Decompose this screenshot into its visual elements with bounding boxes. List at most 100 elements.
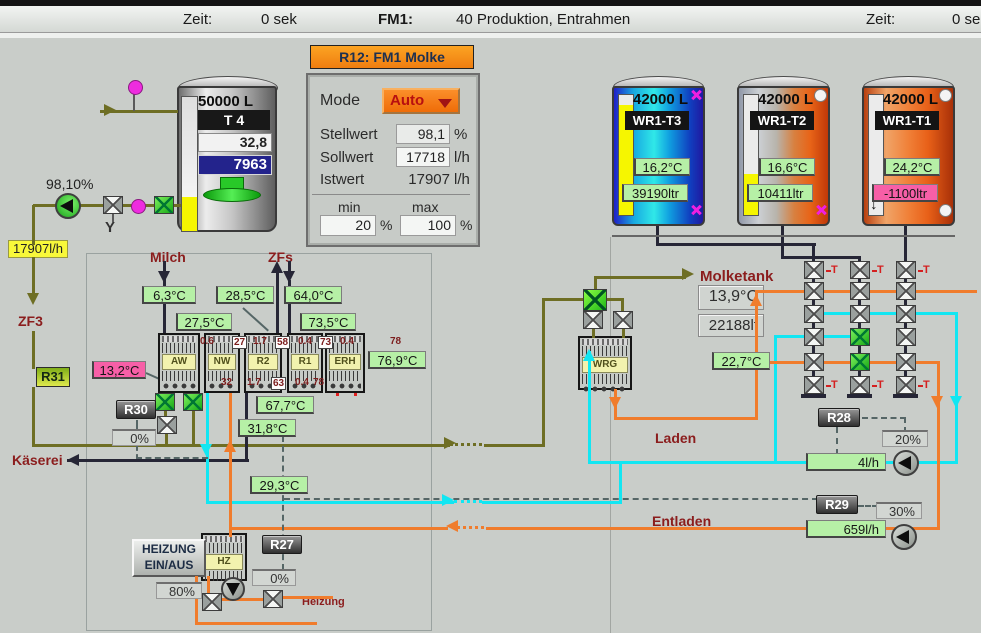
valve[interactable] <box>896 376 916 394</box>
storage-tank[interactable]: ↓42000 LWR1-T124,2°C-1100ltr <box>862 76 955 226</box>
pump-icon[interactable] <box>891 524 917 550</box>
tank-volume: 10411ltr <box>747 184 813 202</box>
valve[interactable] <box>850 305 870 323</box>
flow-arrow <box>446 520 458 532</box>
pipe <box>781 256 861 259</box>
wrg-exchanger[interactable]: WRG <box>578 336 632 390</box>
valve[interactable] <box>804 328 824 346</box>
valve[interactable] <box>804 261 824 279</box>
valve[interactable] <box>896 305 916 323</box>
tank-t4-volume: 7963 <box>198 155 272 175</box>
valve[interactable] <box>850 261 870 279</box>
valve[interactable] <box>583 289 607 311</box>
stellwert-unit: % <box>454 126 467 143</box>
valve[interactable] <box>896 353 916 371</box>
tank-status-marker-top <box>690 89 702 101</box>
flow-arrow <box>283 271 295 283</box>
unit-name: NW <box>208 354 236 370</box>
tank-capacity: 42000 L <box>633 91 688 108</box>
pipe <box>619 462 622 503</box>
valve[interactable] <box>896 261 916 279</box>
pipe <box>206 501 454 504</box>
tank-name[interactable]: WR1-T2 <box>750 111 814 130</box>
pipe <box>165 433 168 446</box>
sollwert-value[interactable]: 17718 <box>396 147 450 167</box>
r31-button[interactable]: R31 <box>36 367 70 387</box>
flow-arrow <box>444 437 456 449</box>
tank-temp: 24,2°C <box>884 158 940 176</box>
mode-dropdown[interactable]: Auto <box>382 88 460 114</box>
pipe <box>812 312 958 315</box>
flow-indicator-zf3: 17907l/h <box>8 240 68 258</box>
pipe-dotted <box>454 500 482 503</box>
regulator-button[interactable]: R30 <box>116 400 156 419</box>
valve[interactable] <box>613 311 633 329</box>
valve[interactable] <box>103 196 123 214</box>
tank-t4[interactable]: 50000 L T 4 32,8 7963 <box>177 76 277 232</box>
pipe <box>588 351 591 463</box>
regulator-button[interactable]: R27 <box>262 535 302 554</box>
valve[interactable] <box>804 376 824 394</box>
hz-exchanger[interactable]: HZ <box>201 533 247 581</box>
tank-t4-name[interactable]: T 4 <box>198 110 270 130</box>
pipe <box>195 622 317 625</box>
valve[interactable] <box>263 590 283 608</box>
t-marker: T <box>923 380 930 390</box>
pipe <box>229 389 232 531</box>
pump-percent-label: 98,10% <box>46 176 93 192</box>
unit-plates-bottom <box>329 371 361 381</box>
tank-name[interactable]: WR1-T3 <box>625 111 689 130</box>
valve[interactable] <box>850 376 870 394</box>
interstage-value: 73 <box>318 336 333 349</box>
flow-arrow <box>224 440 236 452</box>
storage-tank[interactable]: 42000 LWR1-T316,2°C39190ltr <box>612 76 705 226</box>
valve[interactable] <box>850 282 870 300</box>
pipe <box>32 331 35 369</box>
valve[interactable] <box>804 305 824 323</box>
pump-icon[interactable] <box>221 577 245 601</box>
regulator-button[interactable]: R29 <box>816 495 858 514</box>
pump-icon[interactable] <box>55 193 81 219</box>
percent-box: 20% <box>882 430 928 447</box>
valve[interactable] <box>155 393 175 411</box>
pipe <box>192 410 195 446</box>
valve[interactable] <box>154 196 174 214</box>
pipe <box>801 394 826 398</box>
sensor-dot <box>128 80 143 95</box>
pipe <box>955 313 958 463</box>
value-tag: 13,2°C <box>92 361 146 379</box>
tank-name[interactable]: WR1-T1 <box>875 111 939 130</box>
regulator-button[interactable]: R28 <box>818 408 860 427</box>
valve[interactable] <box>183 393 203 411</box>
valve[interactable] <box>804 353 824 371</box>
valve[interactable] <box>850 328 870 346</box>
pipe <box>229 529 232 537</box>
max-value[interactable]: 100 <box>400 215 456 236</box>
heizung-ein-aus-button[interactable]: HEIZUNG EIN/AUS <box>132 539 206 577</box>
tank-status-marker-bottom <box>815 204 827 216</box>
value-tag: 27,5°C <box>176 313 232 331</box>
valve[interactable] <box>583 311 603 329</box>
valve[interactable] <box>850 353 870 371</box>
flow-arrow <box>931 396 943 408</box>
valve[interactable] <box>157 416 177 434</box>
pipe <box>812 243 815 263</box>
valve[interactable] <box>896 282 916 300</box>
hz-coil <box>205 536 243 542</box>
interstage-value: 63 <box>271 377 286 390</box>
valve[interactable] <box>896 328 916 346</box>
valve[interactable] <box>804 282 824 300</box>
valve[interactable] <box>202 593 222 611</box>
min-value[interactable]: 20 <box>320 215 376 236</box>
value-tag: 31,8°C <box>238 419 296 437</box>
exchanger-unit[interactable]: AW <box>158 333 200 393</box>
interstage-value: 0.4 <box>298 336 312 347</box>
pump-icon[interactable] <box>893 450 919 476</box>
pipe <box>592 328 595 338</box>
flow-arrow <box>682 268 694 280</box>
unit-ports <box>162 382 196 390</box>
percent-box: 0% <box>112 429 156 446</box>
storage-tank[interactable]: 42000 LWR1-T216,6°C10411ltr <box>737 76 830 226</box>
interstage-value: 78 <box>313 377 324 388</box>
r12-separator <box>312 194 470 195</box>
